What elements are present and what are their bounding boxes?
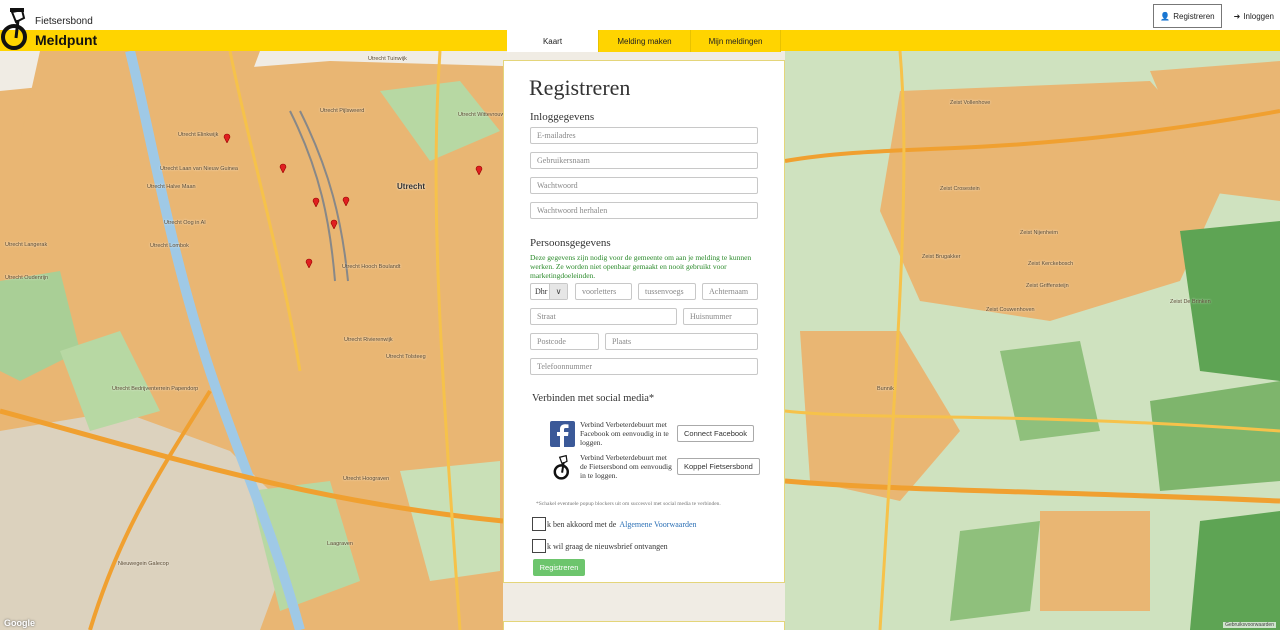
facebook-icon [550, 420, 575, 447]
terms-link[interactable]: Algemene Voorwaarden [619, 520, 696, 529]
top-actions: 👤 Registreren ➜ Inloggen [1153, 4, 1280, 28]
map-label: Utrecht Oog in Al [164, 220, 206, 226]
brand-top: Fietsersbond [35, 16, 93, 27]
map-marker-icon[interactable] [342, 196, 350, 206]
topbar: Fietsersbond 👤 Registreren ➜ Inloggen [0, 0, 1280, 30]
tab-melding-maken[interactable]: Melding maken [599, 30, 691, 52]
register-panel: Registreren Inloggegevens E-mailadres Ge… [503, 60, 785, 583]
fietsersbond-icon [553, 454, 569, 480]
salutation-select[interactable]: Dhr ∨ [530, 283, 568, 300]
salutation-value: Dhr [535, 287, 548, 296]
map-label: Zeist Couwenhoven [986, 307, 1035, 313]
street-field[interactable]: Straat [530, 308, 677, 325]
map-label: Utrecht Lombok [150, 243, 189, 249]
user-icon: 👤 [1160, 11, 1171, 21]
phone-field[interactable]: Telefoonnummer [530, 358, 758, 375]
fietsersbond-logo-icon[interactable] [0, 4, 34, 50]
terms-text: k ben akkoord met de [547, 519, 617, 529]
map-label: Zeist Brugakker [922, 254, 961, 260]
fietsersbond-connect-text: Verbind Verbeterdebuurt met de Fietsersb… [580, 453, 672, 480]
newsletter-text: k wil graag de nieuwsbrief ontvangen [547, 541, 668, 551]
map-label: Zeist Crosestein [940, 186, 980, 192]
map-label: Utrecht Langerak [5, 242, 48, 248]
map-label: Utrecht Halve Maan [147, 184, 196, 190]
map-label: Utrecht Laan van Nieuw Guinea [160, 166, 238, 172]
lastname-field[interactable]: Achternaam [702, 283, 758, 300]
password-field[interactable]: Wachtwoord [530, 177, 758, 194]
facebook-connect-row: Verbind Verbeterdebuurt met Facebook om … [550, 420, 754, 447]
map-label: Utrecht Tolsteeg [386, 354, 426, 360]
connect-facebook-button[interactable]: Connect Facebook [677, 425, 754, 442]
map-label: Nieuwegein Galecop [118, 561, 169, 567]
register-top-button[interactable]: 👤 Registreren [1153, 4, 1222, 28]
newsletter-checkbox[interactable] [532, 539, 546, 553]
map-label: Utrecht Pijlsweerd [320, 108, 365, 114]
map-label: Utrecht Tuinwijk [368, 56, 407, 62]
map-label: Utrecht Bedrijventerrein Papendorp [112, 386, 199, 392]
map-label: Laagraven [327, 541, 353, 547]
map-label: Utrecht Hooch Boulandt [342, 264, 401, 270]
map-label: Utrecht Oudenrijn [5, 275, 49, 281]
map-city-label: Utrecht [397, 182, 426, 191]
map-marker-icon[interactable] [312, 197, 320, 207]
map-marker-icon[interactable] [279, 163, 287, 173]
email-field[interactable]: E-mailadres [530, 127, 758, 144]
chevron-down-icon: ∨ [549, 284, 567, 299]
newsletter-row: k wil graag de nieuwsbrief ontvangen [532, 539, 668, 553]
page-title: Registreren [529, 75, 631, 100]
brand-main[interactable]: Meldpunt [35, 32, 97, 48]
map-label: Utrecht Elinkwijk [178, 132, 219, 138]
terms-checkbox[interactable] [532, 517, 546, 531]
map-marker-icon[interactable] [223, 133, 231, 143]
username-field[interactable]: Gebruikersnaam [530, 152, 758, 169]
main-nav: Kaart Melding maken Mijn meldingen [507, 30, 781, 52]
password-repeat-field[interactable]: Wachtwoord herhalen [530, 202, 758, 219]
personal-info-text: Deze gegevens zijn nodig voor de gemeent… [530, 253, 752, 280]
city-field[interactable]: Plaats [605, 333, 758, 350]
tab-kaart[interactable]: Kaart [507, 30, 599, 52]
register-top-label: Registreren [1173, 11, 1215, 21]
login-section-heading: Inloggegevens [530, 111, 595, 123]
map-label: Zeist Griffensteijn [1026, 283, 1069, 289]
google-logo: Google [4, 618, 35, 628]
map-label: Bunnik [877, 386, 894, 392]
postcode-field[interactable]: Postcode [530, 333, 599, 350]
map-label: Utrecht Hoograven [343, 476, 390, 482]
map-label: Zeist Nijenheim [1020, 230, 1058, 236]
map-label: Zeist Kerckebosch [1028, 261, 1074, 267]
map-terms-link[interactable]: Gebruiksvoorwaarden [1223, 622, 1276, 628]
map-marker-icon[interactable] [475, 165, 483, 175]
map-label: Utrecht Rivierenwijk [344, 337, 393, 343]
popup-note: *Schakel eventuele popup blockers uit om… [536, 501, 721, 507]
tab-mijn-meldingen[interactable]: Mijn meldingen [691, 30, 781, 52]
map-marker-icon[interactable] [305, 258, 313, 268]
map-label: Zeist Vollenhove [950, 100, 991, 106]
fietsersbond-connect-row: Verbind Verbeterdebuurt met de Fietsersb… [550, 453, 760, 480]
panel-footer [503, 621, 785, 630]
map-marker-icon[interactable] [330, 219, 338, 229]
facebook-connect-text: Verbind Verbeterdebuurt met Facebook om … [580, 420, 669, 447]
login-icon: ➜ [1233, 11, 1241, 21]
initials-field[interactable]: voorletters [575, 283, 632, 300]
login-button[interactable]: ➜ Inloggen [1227, 4, 1280, 28]
register-submit-button[interactable]: Registreren [533, 559, 585, 576]
housenumber-field[interactable]: Huisnummer [683, 308, 758, 325]
koppel-fietsersbond-button[interactable]: Koppel Fietsersbond [677, 458, 760, 475]
login-label: Inloggen [1243, 11, 1274, 21]
social-section-heading: Verbinden met social media* [532, 393, 655, 404]
map-label: Zeist De Brinken [1170, 299, 1211, 305]
personal-section-heading: Persoonsgegevens [530, 237, 611, 249]
infix-field[interactable]: tussenvoegs [638, 283, 696, 300]
terms-row: k ben akkoord met de Algemene Voorwaarde… [532, 517, 697, 531]
